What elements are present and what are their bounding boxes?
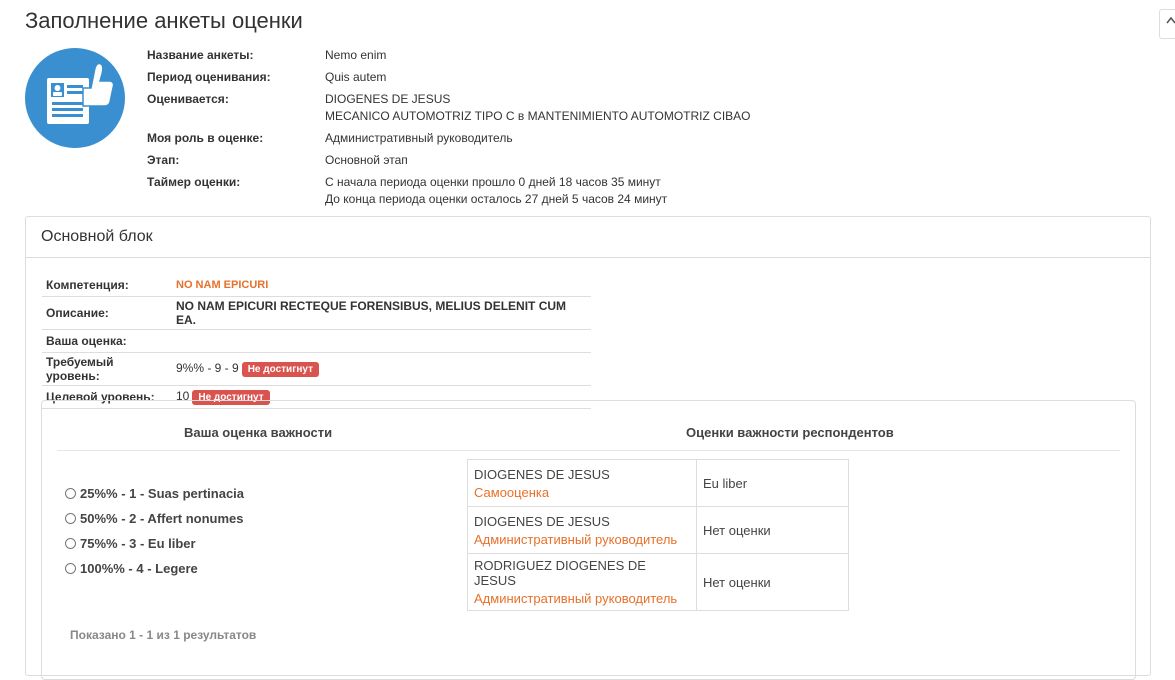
importance-panel: Ваша оценка важности Оценки важности рес… xyxy=(41,400,1136,680)
page-title: Заполнение анкеты оценки xyxy=(25,8,303,33)
option-label: 25%% - 1 - Suas pertinacia xyxy=(80,486,245,501)
stage-value: Основной этап xyxy=(325,153,408,167)
your-score-value xyxy=(172,329,591,353)
form-name-value: Nemo enim xyxy=(325,48,387,62)
timer-label: Таймер оценки: xyxy=(147,175,241,189)
respondent-role: Самооценка xyxy=(474,484,550,500)
option-label: 50%% - 2 - Affert nonumes xyxy=(80,511,244,526)
period-label: Период оценивания: xyxy=(147,70,271,84)
your-score-label: Ваша оценка: xyxy=(42,329,172,353)
evaluated-label: Оценивается: xyxy=(147,92,229,106)
competence-table: Компетенция: NO NAM EPICURI Описание: NO… xyxy=(42,274,591,409)
your-importance-heading: Ваша оценка важности xyxy=(184,425,333,440)
competence-label: Компетенция: xyxy=(42,274,172,297)
divider xyxy=(57,450,1120,451)
timer-elapsed: С начала периода оценки прошло 0 дней 18… xyxy=(325,175,661,189)
required-level-value: 9%% - 9 - 9 xyxy=(176,361,239,375)
table-row: Компетенция: NO NAM EPICURI xyxy=(42,274,591,297)
radio-button[interactable] xyxy=(65,488,76,499)
table-row: Описание: NO NAM EPICURI RECTEQUE FORENS… xyxy=(42,296,591,330)
required-level-cell: 9%% - 9 - 9 Не достигнут xyxy=(172,352,591,386)
form-avatar-icon xyxy=(25,48,125,148)
role-value: Административный руководитель xyxy=(325,131,513,145)
table-row: RODRIGUEZ DIOGENES DE JESUS Администрати… xyxy=(467,553,849,611)
option-label: 75%% - 3 - Eu liber xyxy=(80,536,196,551)
results-summary: Показано 1 - 1 из 1 результатов xyxy=(70,628,257,642)
description-label: Описание: xyxy=(42,296,172,330)
respondent-role: Административный руководитель xyxy=(474,591,678,606)
table-row: Требуемый уровень: 9%% - 9 - 9 Не достигн… xyxy=(42,352,591,386)
evaluated-position: MECANICO AUTOMOTRIZ TIPO C в MANTENIMIEN… xyxy=(325,109,751,123)
radio-button[interactable] xyxy=(65,513,76,524)
respondent-role: Административный руководитель xyxy=(474,531,678,547)
importance-options: 25%% - 1 - Suas pertinacia 50%% - 2 - Af… xyxy=(65,481,244,581)
panel-title: Основной блок xyxy=(26,217,1150,258)
importance-option[interactable]: 100%% - 4 - Legere xyxy=(65,556,244,581)
respondent-cell: DIOGENES DE JESUS Самооценка xyxy=(467,459,697,507)
collapse-toggle-button[interactable] xyxy=(1159,9,1175,39)
form-info: Название анкеты: Nemo enim Период оценив… xyxy=(147,47,751,213)
importance-option[interactable]: 25%% - 1 - Suas pertinacia xyxy=(65,481,244,506)
respondent-name: DIOGENES DE JESUS xyxy=(474,466,610,482)
respondent-score: Нет оценки xyxy=(696,506,849,554)
status-badge: Не достигнут xyxy=(241,362,319,377)
table-row: Ваша оценка: xyxy=(42,329,591,353)
importance-option[interactable]: 50%% - 2 - Affert nonumes xyxy=(65,506,244,531)
respondent-score: Нет оценки xyxy=(696,553,849,611)
stage-label: Этап: xyxy=(147,153,180,167)
timer-remaining: До конца периода оценки осталось 27 дней… xyxy=(325,192,668,206)
role-label: Моя роль в оценке: xyxy=(147,131,264,145)
respondents-table: DIOGENES DE JESUS Самооценка Eu liber DI… xyxy=(467,459,849,611)
main-block-panel: Основной блок Компетенция: NO NAM EPICUR… xyxy=(25,216,1151,680)
respondent-name: DIOGENES DE JESUS xyxy=(474,513,610,529)
respondent-cell: RODRIGUEZ DIOGENES DE JESUS Администрати… xyxy=(467,553,697,611)
respondent-cell: DIOGENES DE JESUS Административный руков… xyxy=(467,506,697,554)
period-value: Quis autem xyxy=(325,70,387,84)
option-label: 100%% - 4 - Legere xyxy=(80,561,198,576)
table-row: DIOGENES DE JESUS Самооценка Eu liber xyxy=(467,459,849,507)
table-row: DIOGENES DE JESUS Административный руков… xyxy=(467,506,849,554)
radio-button[interactable] xyxy=(65,563,76,574)
radio-button[interactable] xyxy=(65,538,76,549)
form-name-label: Название анкеты: xyxy=(147,48,254,62)
competence-value: NO NAM EPICURI xyxy=(172,274,591,297)
required-level-label: Требуемый уровень: xyxy=(42,352,172,386)
evaluated-name: DIOGENES DE JESUS xyxy=(325,92,451,106)
respondent-name: RODRIGUEZ DIOGENES DE JESUS xyxy=(474,558,646,588)
importance-option[interactable]: 75%% - 3 - Eu liber xyxy=(65,531,244,556)
chevron-up-icon xyxy=(1166,16,1175,24)
respondents-importance-heading: Оценки важности респондентов xyxy=(686,425,894,440)
description-value: NO NAM EPICURI RECTEQUE FORENSIBUS, MELI… xyxy=(172,296,591,330)
respondent-score: Eu liber xyxy=(696,459,849,507)
